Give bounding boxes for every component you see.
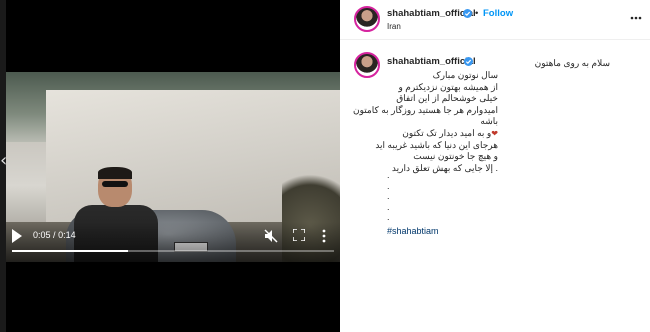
time-separator: /	[53, 230, 56, 240]
post-details-panel: shahabtiam_official • Follow Iran shahab…	[340, 0, 650, 332]
caption-dot-line: .	[387, 170, 390, 180]
video-controls-bar	[6, 222, 340, 262]
vertical-dots-icon[interactable]	[322, 229, 326, 243]
caption-line: هرجای این دنیا که باشید غریبه اید	[375, 139, 498, 150]
follow-button[interactable]: Follow	[483, 8, 513, 19]
post-location[interactable]: Iran	[387, 22, 401, 31]
fullscreen-icon[interactable]	[293, 229, 305, 241]
video-progress-fill	[12, 250, 128, 252]
caption-line: سلام به روی ماهتون	[534, 58, 610, 68]
caption-line: . إلا جایی که بهش تعلق دارید	[391, 162, 498, 173]
current-time: 0:05	[33, 230, 51, 240]
post-dialog: 0:05 / 0:14 shahabtiam_official • Follow…	[6, 0, 650, 332]
person-glasses	[102, 181, 128, 187]
caption-avatar[interactable]	[354, 52, 380, 78]
caption-line: و هیچ جا خونتون نیست	[413, 151, 498, 162]
play-icon[interactable]	[12, 229, 22, 243]
caption-dot-line: .	[387, 180, 390, 191]
header-separator: •	[475, 8, 479, 19]
duration: 0:14	[58, 230, 76, 240]
caption-body: سال نوتون مبارک از همیشه بهتون نزدیکترم …	[353, 70, 498, 174]
caption-line-with-heart: ❤و به امید دیدار تک تکتون	[348, 128, 498, 140]
horizontal-dots-icon[interactable]	[630, 16, 642, 20]
caption-line: و به امید دیدار تک تکتون	[402, 127, 492, 138]
muted-speaker-icon[interactable]	[264, 229, 278, 243]
caption-line: سال نوتون مبارک	[432, 70, 498, 80]
heart-icon: ❤	[491, 128, 498, 138]
verified-badge-icon	[464, 57, 473, 66]
caption-line: امیدوارم هر جا هستید روزگار به کامتون با…	[352, 104, 498, 127]
caption-line: از همیشه بهتون نزدیکترم و	[398, 81, 498, 92]
caption-line: خیلی خوشحالم از این اتفاق	[396, 93, 498, 104]
avatar[interactable]	[354, 6, 380, 32]
post-header: shahabtiam_official • Follow Iran	[340, 0, 650, 40]
verified-badge-icon	[463, 9, 472, 18]
video-time: 0:05 / 0:14	[33, 230, 76, 240]
caption-dot-line: .	[387, 212, 390, 222]
caption-dots: . . . . .	[387, 170, 390, 223]
video-progress-bar[interactable]	[12, 250, 334, 252]
caption-dot-line: .	[387, 201, 390, 212]
caption-dot-line: .	[387, 191, 390, 201]
person-hair	[98, 167, 132, 179]
hashtag-link[interactable]: #shahabtiam	[387, 226, 439, 236]
caption-username[interactable]: shahabtiam_official	[387, 56, 476, 67]
